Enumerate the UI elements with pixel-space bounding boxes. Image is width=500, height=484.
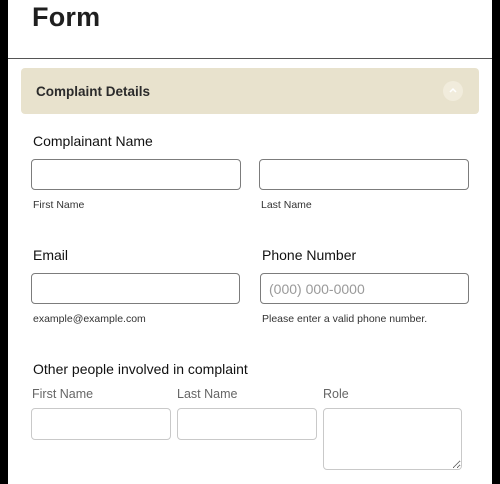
phone-label: Phone Number [262, 247, 357, 263]
last-name-input[interactable] [259, 159, 469, 190]
chevron-up-icon[interactable] [443, 81, 463, 101]
other-first-name-input[interactable] [31, 408, 171, 440]
other-people-label: Other people involved in complaint [33, 361, 248, 377]
phone-field[interactable] [260, 273, 469, 304]
email-field[interactable] [31, 273, 240, 304]
complainant-name-label: Complainant Name [33, 133, 153, 149]
email-label: Email [33, 247, 69, 263]
header-divider [8, 58, 492, 59]
form-container: Form Complaint Details Complainant Name … [8, 0, 492, 484]
column-first-name: First Name [32, 387, 94, 401]
column-role: Role [323, 387, 349, 401]
other-last-name-input[interactable] [177, 408, 317, 440]
window-left-border [0, 0, 8, 484]
column-last-name: Last Name [177, 387, 238, 401]
last-name-sublabel: Last Name [261, 199, 312, 211]
first-name-sublabel: First Name [33, 199, 85, 211]
page-title: Form [32, 2, 101, 32]
section-title: Complaint Details [36, 84, 151, 99]
email-sublabel: example@example.com [33, 313, 146, 325]
other-role-textarea[interactable] [323, 408, 462, 470]
first-name-input[interactable] [31, 159, 241, 190]
window-right-border [492, 0, 500, 484]
phone-sublabel: Please enter a valid phone number. [262, 313, 428, 325]
section-header-complaint-details[interactable]: Complaint Details [21, 68, 479, 114]
